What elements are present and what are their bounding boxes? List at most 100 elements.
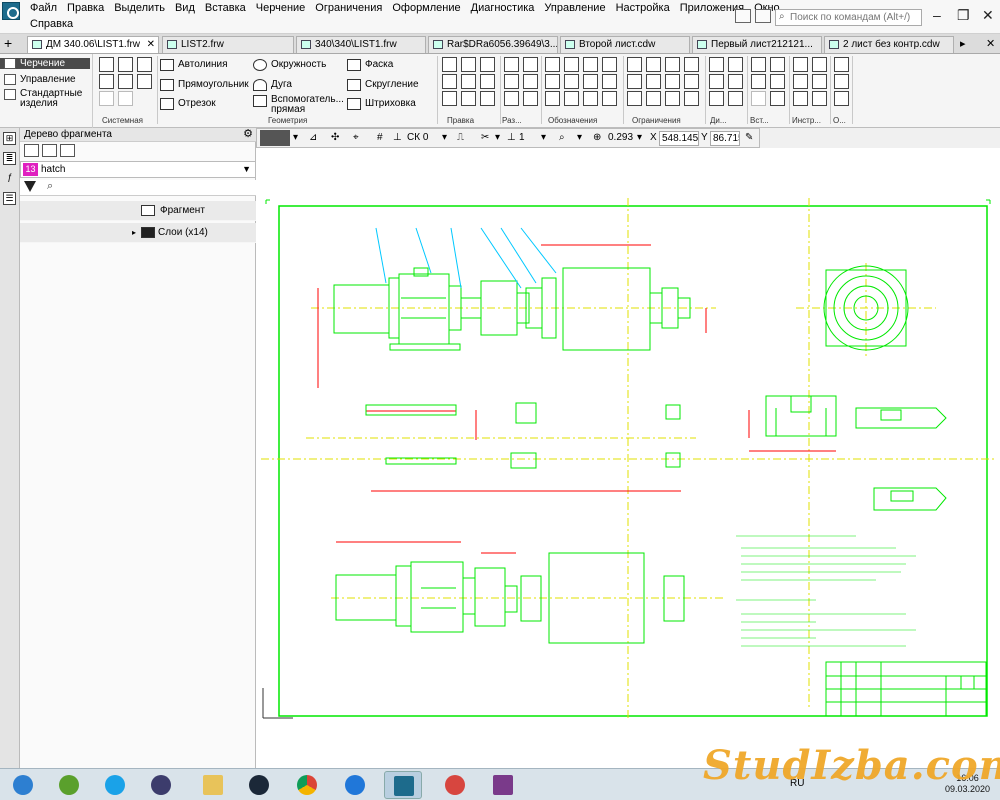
tab-doc-2[interactable]: LIST2.frw: [162, 36, 294, 53]
info-icon[interactable]: [709, 74, 724, 89]
mode-drawing[interactable]: Черчение: [0, 58, 90, 69]
open-folder-icon[interactable]: [118, 57, 133, 72]
y-coordinate-field[interactable]: 86.71522: [710, 131, 740, 146]
text-t-icon[interactable]: [545, 91, 560, 106]
tree-item-layers[interactable]: ▸ Слои (x14): [20, 223, 256, 243]
zoom-value-dropdown-icon[interactable]: ▾: [637, 132, 642, 144]
insert-macro-icon[interactable]: [770, 91, 785, 106]
tool-1-icon[interactable]: [793, 57, 808, 72]
close-icon[interactable]: ✕: [982, 8, 994, 22]
restore-icon[interactable]: ❐: [957, 8, 970, 22]
tree-filter-icon[interactable]: [42, 144, 57, 157]
skype-button[interactable]: [96, 771, 134, 799]
fix-icon[interactable]: [627, 91, 642, 106]
tangent-icon[interactable]: [684, 74, 699, 89]
diameter-dim-icon[interactable]: [523, 74, 538, 89]
perpendicular-icon[interactable]: [684, 57, 699, 72]
x-coordinate-field[interactable]: 548.1459: [659, 131, 699, 146]
horizontal-icon[interactable]: [627, 57, 642, 72]
kompas-taskbar-button[interactable]: [384, 771, 422, 799]
vertical-icon[interactable]: [646, 57, 661, 72]
print-icon[interactable]: [99, 74, 114, 89]
chrome-button[interactable]: [288, 771, 326, 799]
mode-standard-parts[interactable]: Стандартные изделия: [0, 89, 92, 109]
perp-icon[interactable]: [665, 74, 680, 89]
insert-image-icon[interactable]: [770, 57, 785, 72]
winrar-button[interactable]: [484, 771, 522, 799]
symmetric-icon[interactable]: [665, 91, 680, 106]
mirror-icon[interactable]: [442, 74, 457, 89]
autoline-button[interactable]: Автолиния: [160, 59, 228, 71]
linear-dim-icon[interactable]: [504, 57, 519, 72]
round-icon[interactable]: ⎍: [457, 132, 464, 144]
segment-button[interactable]: Отрезок: [160, 98, 216, 110]
layer-select-dropdown-icon[interactable]: ▾: [541, 132, 546, 144]
deform-icon[interactable]: [480, 74, 495, 89]
drawing-canvas[interactable]: [256, 148, 1000, 768]
steam-button[interactable]: [240, 771, 278, 799]
other-1-icon[interactable]: [834, 57, 849, 72]
radial-dim-icon[interactable]: [523, 57, 538, 72]
variables-icon[interactable]: ƒ: [3, 172, 16, 185]
layer-select[interactable]: 1: [519, 132, 525, 144]
tab-doc-5[interactable]: Второй лист.cdw: [560, 36, 690, 53]
menu-view[interactable]: Вид: [170, 2, 200, 15]
group-label-constraints[interactable]: Ограничения: [632, 116, 681, 125]
zoom-icon[interactable]: ⊕: [593, 132, 601, 144]
extend-icon[interactable]: [461, 91, 476, 106]
insert-fragment-icon[interactable]: [751, 57, 766, 72]
group-label-dimensions[interactable]: Раз...: [502, 116, 522, 125]
layer-dropdown-icon[interactable]: ▾: [495, 132, 500, 144]
chamfer-button[interactable]: Фаска: [347, 59, 393, 71]
label-a-icon[interactable]: [564, 74, 579, 89]
explorer-button[interactable]: [194, 771, 232, 799]
properties-icon[interactable]: ≣: [3, 152, 16, 165]
copy-icon[interactable]: [461, 74, 476, 89]
rotate-icon[interactable]: [461, 57, 476, 72]
zoom-dropdown-icon[interactable]: ▾: [577, 132, 582, 144]
expand-arrow-icon[interactable]: ▸: [132, 223, 136, 243]
panel-toggle-icon[interactable]: [735, 9, 751, 23]
settings-icon[interactable]: [755, 9, 771, 23]
tab-doc-1[interactable]: ДМ 340.06\LIST1.frw ✕: [27, 36, 159, 53]
undo-icon[interactable]: [99, 91, 114, 106]
distance-icon[interactable]: [709, 91, 724, 106]
move-icon[interactable]: [442, 57, 457, 72]
area-icon[interactable]: [728, 74, 743, 89]
insert-object-icon[interactable]: [770, 74, 785, 89]
menu-edit[interactable]: Правка: [62, 2, 109, 15]
tabs-scroll-icon[interactable]: ▸: [960, 37, 966, 50]
track-icon[interactable]: ⌖: [353, 132, 359, 144]
menu-diagnostics[interactable]: Диагностика: [466, 2, 540, 15]
group-label-tools[interactable]: Инстр...: [792, 116, 821, 125]
rectangle-button[interactable]: Прямоугольник: [160, 79, 249, 91]
pipette-icon[interactable]: ✎: [745, 132, 753, 144]
trim-icon[interactable]: [442, 91, 457, 106]
insert-link-icon[interactable]: [751, 91, 766, 106]
group-label-diagnostics[interactable]: Ди...: [710, 116, 727, 125]
menu-control[interactable]: Управление: [539, 2, 610, 15]
circle-button[interactable]: Окружность: [253, 59, 326, 71]
position-icon[interactable]: [583, 74, 598, 89]
open-tree-icon[interactable]: [24, 144, 39, 157]
menu-settings[interactable]: Настройка: [611, 2, 675, 15]
measure-icon[interactable]: [709, 57, 724, 72]
insert-view-icon[interactable]: [751, 74, 766, 89]
menu-insert[interactable]: Вставка: [200, 2, 251, 15]
menu-file[interactable]: Файл: [25, 2, 62, 15]
tab-doc-7[interactable]: 2 лист без контр.cdw: [824, 36, 954, 53]
tree-search-row[interactable]: ⌕: [20, 180, 256, 196]
text-a-icon[interactable]: [545, 74, 560, 89]
angle-dim-icon[interactable]: [504, 74, 519, 89]
other-3-icon[interactable]: [834, 91, 849, 106]
minimize-icon[interactable]: –: [933, 8, 941, 22]
tab-doc-6[interactable]: Первый лист212121...: [692, 36, 822, 53]
zoom-window-icon[interactable]: ⌕: [559, 132, 565, 144]
calc-icon[interactable]: [728, 91, 743, 106]
axis-icon[interactable]: [602, 91, 617, 106]
angle-icon[interactable]: [646, 74, 661, 89]
ortho-icon[interactable]: ⊿: [309, 132, 317, 144]
tool-6-icon[interactable]: [812, 91, 827, 106]
save-icon[interactable]: [137, 57, 152, 72]
other-2-icon[interactable]: [834, 74, 849, 89]
